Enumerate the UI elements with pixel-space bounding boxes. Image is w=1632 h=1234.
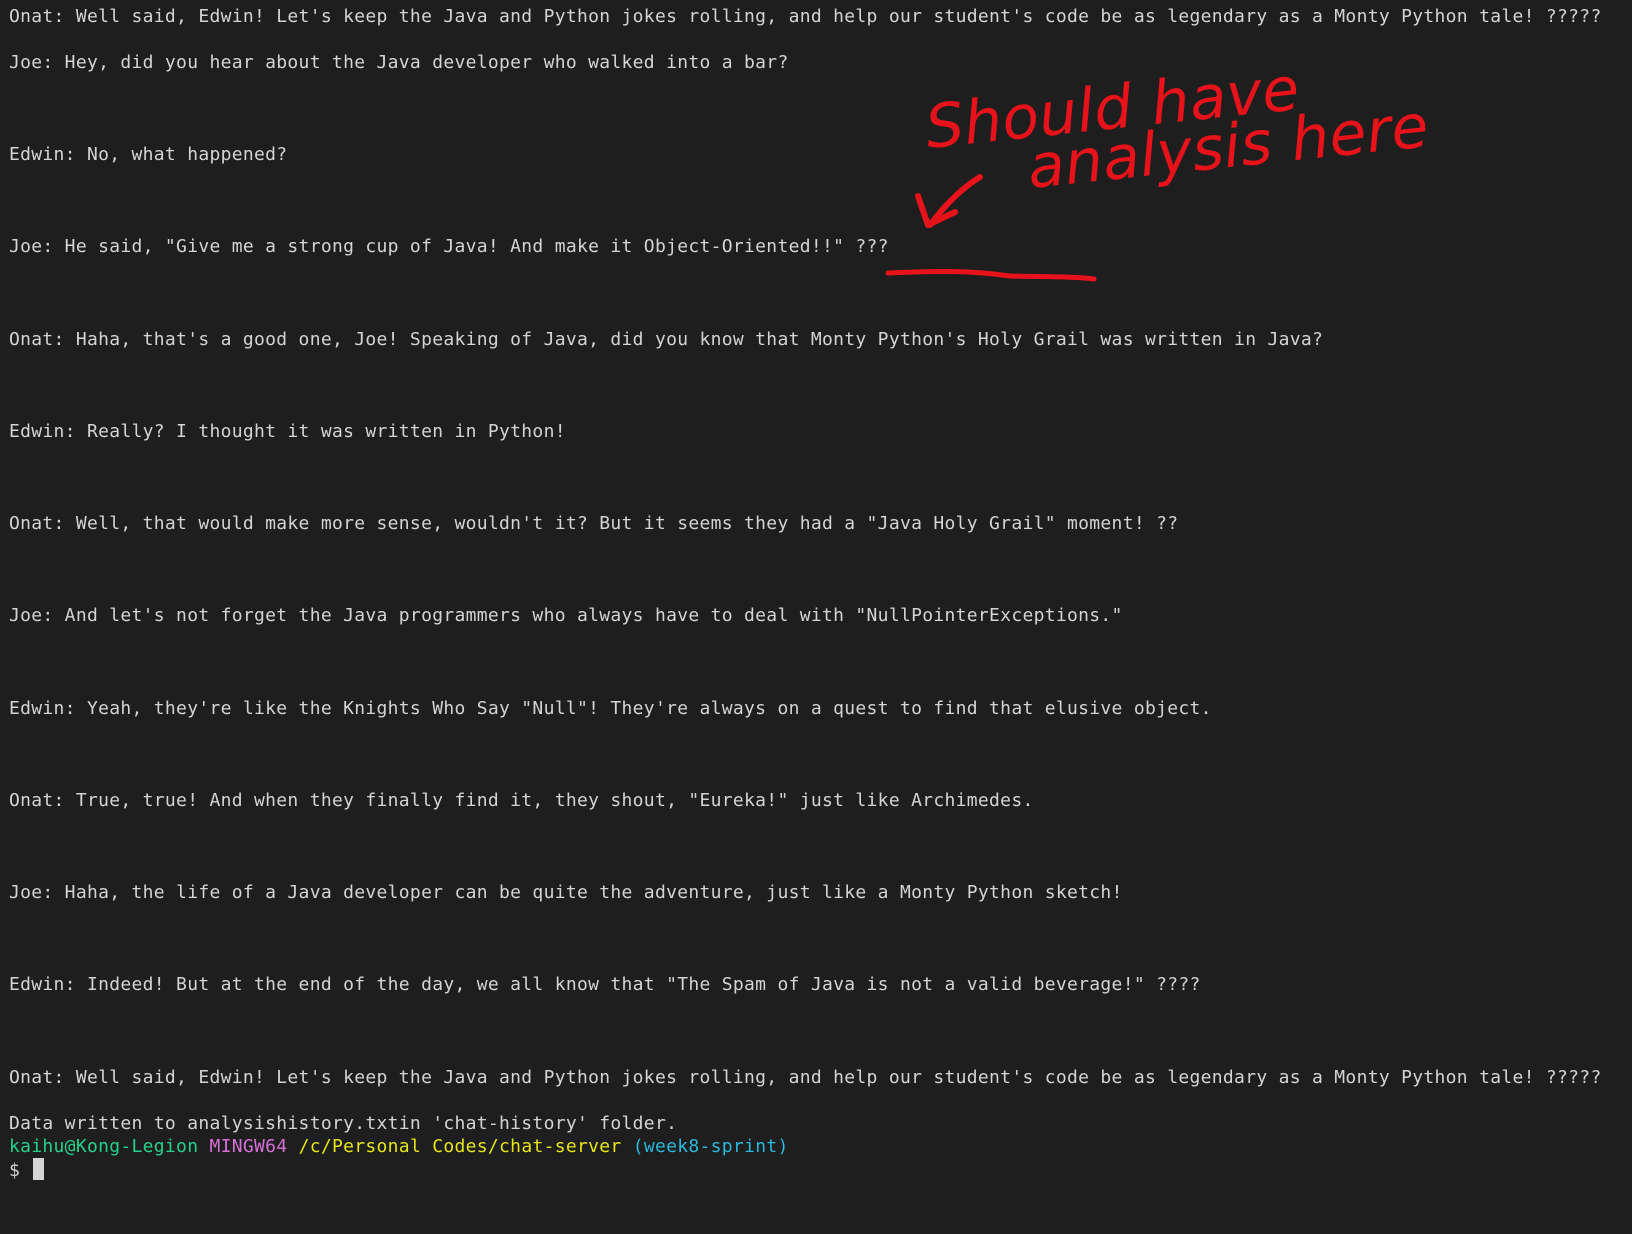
chat-line: Onat: Haha, that's a good one, Joe! Spea… <box>9 329 1324 350</box>
prompt-user-host: kaihu@Kong-Legion <box>9 1136 199 1157</box>
chat-line: Joe: He said, "Give me a strong cup of J… <box>9 236 889 257</box>
chat-line: Joe: And let's not forget the Java progr… <box>9 605 1123 626</box>
chat-line: Edwin: No, what happened? <box>9 144 288 165</box>
chat-line: Joe: Hey, did you hear about the Java de… <box>9 52 789 73</box>
chat-line: Onat: Well said, Edwin! Let's keep the J… <box>9 6 1602 27</box>
arrow-shaft <box>927 174 983 228</box>
prompt-env: MINGW64 <box>209 1136 288 1157</box>
chat-line: Onat: True, true! And when they finally … <box>9 790 1034 811</box>
shell-prompt: kaihu@Kong-Legion MINGW64 /c/Personal Co… <box>9 1135 789 1159</box>
chat-line: Edwin: Yeah, they're like the Knights Wh… <box>9 698 1212 719</box>
status-message: Data written to analysishistory.txtin 'c… <box>9 1113 678 1134</box>
chat-line: Joe: Haha, the life of a Java developer … <box>9 882 1123 903</box>
annotation-text-line2: analysis here <box>1024 91 1432 203</box>
chat-line: Edwin: Really? I thought it was written … <box>9 421 566 442</box>
prompt-path: /c/Personal Codes/chat-server <box>298 1136 622 1157</box>
command-input-line[interactable]: $ <box>9 1158 45 1182</box>
text-cursor <box>33 1158 45 1180</box>
annotation-underline <box>885 268 1097 282</box>
chat-line: Onat: Well said, Edwin! Let's keep the J… <box>9 1067 1602 1088</box>
chat-line: Onat: Well, that would make more sense, … <box>9 513 1179 534</box>
chat-line: Edwin: Indeed! But at the end of the day… <box>9 974 1201 995</box>
terminal-window[interactable]: Onat: Well said, Edwin! Let's keep the J… <box>0 0 1632 1234</box>
prompt-symbol: $ <box>9 1160 21 1181</box>
prompt-branch: (week8-sprint) <box>632 1136 789 1157</box>
annotation-text-line1: Should have <box>922 54 1302 163</box>
arrow-head-icon <box>915 193 958 228</box>
